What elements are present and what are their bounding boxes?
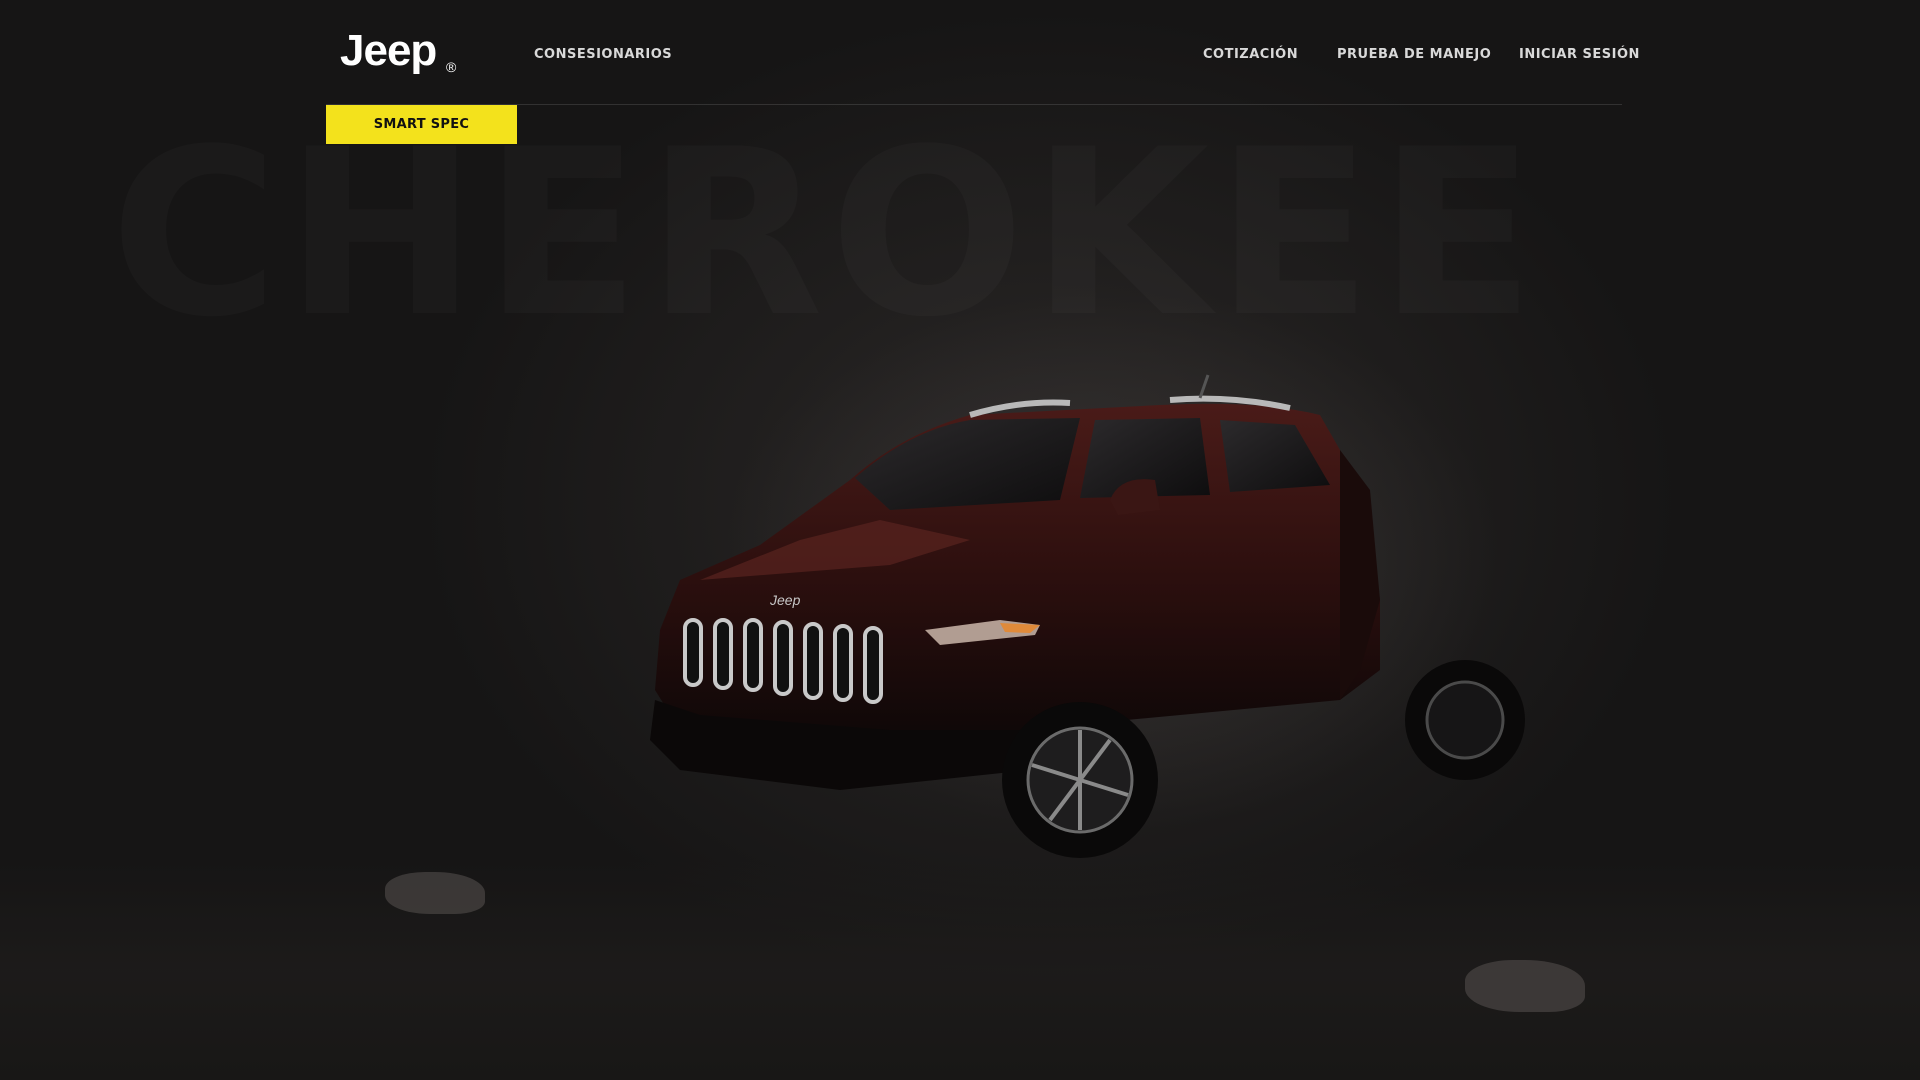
nav-link-concesionarios[interactable]: CONSESIONARIOS (534, 47, 672, 62)
jeep-logo[interactable]: Jeep (340, 26, 437, 76)
nav-link-iniciar-sesion[interactable]: INICIAR SESIÓN (1519, 47, 1640, 62)
page: CHEROKEE (0, 0, 1920, 1080)
top-navigation: Jeep ® CONSESIONARIOS COTIZACIÓN PRUEBA … (326, 0, 1639, 105)
smart-spec-button[interactable]: SMART SPEC (326, 105, 517, 144)
vehicle-badge: Jeep (769, 592, 801, 608)
hero-background-word: CHEROKEE (110, 120, 1541, 350)
nav-link-cotizacion[interactable]: COTIZACIÓN (1203, 47, 1298, 62)
vehicle-image: Jeep (650, 374, 1525, 858)
rock-left (385, 872, 485, 914)
nav-link-prueba-de-manejo[interactable]: PRUEBA DE MANEJO (1337, 47, 1491, 62)
rock-right (1465, 960, 1585, 1012)
registered-mark-icon: ® (446, 59, 457, 75)
